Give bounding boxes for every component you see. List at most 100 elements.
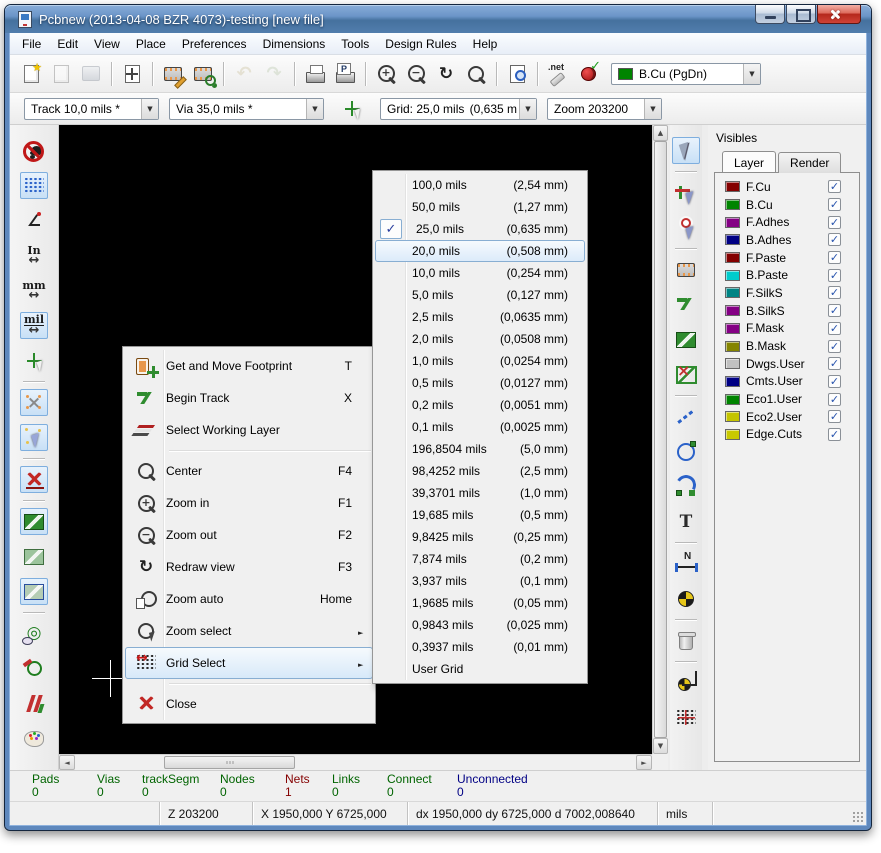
units-mil-icon[interactable] — [20, 312, 48, 339]
layer-color-swatch[interactable] — [725, 181, 740, 192]
layer-color-swatch[interactable] — [725, 217, 740, 228]
cursor-shape-icon[interactable] — [20, 347, 48, 374]
layer-visibility-checkbox[interactable] — [828, 216, 841, 229]
dropdown-arrow-icon[interactable] — [644, 99, 661, 119]
grid-option[interactable]: 1,0 mils (0,0254 mm) — [375, 350, 585, 372]
open-board-icon[interactable] — [47, 60, 75, 87]
dropdown-arrow-icon[interactable] — [141, 99, 158, 119]
zoom-fit-icon[interactable] — [462, 60, 490, 87]
layer-color-swatch[interactable] — [725, 287, 740, 298]
grid-visibility-icon[interactable] — [20, 172, 48, 199]
netlist-icon[interactable] — [544, 60, 572, 87]
resize-grip[interactable] — [852, 811, 864, 823]
layer-color-swatch[interactable] — [725, 252, 740, 263]
layer-visibility-checkbox[interactable] — [828, 357, 841, 370]
layer-row[interactable]: F.SilkS — [719, 284, 855, 302]
add-track-icon[interactable] — [672, 291, 700, 318]
module-ratsnest-icon[interactable] — [20, 424, 48, 451]
layer-row[interactable]: Cmts.User — [719, 373, 855, 391]
high-contrast-mode-icon[interactable] — [20, 690, 48, 717]
grid-option[interactable]: 19,685 mils (0,5 mm) — [375, 504, 585, 526]
tab-layer[interactable]: Layer — [722, 151, 776, 172]
menu-item-zoom-in[interactable]: Zoom in F1 — [125, 487, 373, 519]
minimize-button[interactable] — [755, 5, 785, 24]
menu-bar-item[interactable]: Dimensions — [255, 34, 334, 54]
add-circle-icon[interactable] — [672, 438, 700, 465]
polar-coords-icon[interactable] — [20, 207, 48, 234]
show-zones-unfilled-icon[interactable] — [20, 543, 48, 570]
menu-bar-item[interactable]: Tools — [333, 34, 377, 54]
layer-color-swatch[interactable] — [725, 323, 740, 334]
menu-item-begin-track[interactable]: Begin Track X — [125, 382, 373, 414]
grid-option[interactable]: 2,0 mils (0,0508 mm) — [375, 328, 585, 350]
grid-option[interactable]: 0,1 mils (0,0025 mm) — [375, 416, 585, 438]
layer-color-swatch[interactable] — [725, 429, 740, 440]
menu-bar-item[interactable]: Preferences — [174, 34, 255, 54]
grid-option[interactable]: 98,4252 mils (2,5 mm) — [375, 460, 585, 482]
drc-off-icon[interactable] — [20, 137, 48, 164]
layer-visibility-checkbox[interactable] — [828, 410, 841, 423]
show-ratsnest-icon[interactable] — [20, 389, 48, 416]
layer-color-swatch[interactable] — [725, 376, 740, 387]
menu-item-zoom-select[interactable]: Zoom select — [125, 615, 373, 647]
grid-option[interactable]: 196,8504 mils (5,0 mm) — [375, 438, 585, 460]
zoom-in-icon[interactable] — [372, 60, 400, 87]
drc-icon[interactable] — [574, 60, 602, 87]
menu-bar-item[interactable]: View — [86, 34, 128, 54]
layer-color-swatch[interactable] — [725, 411, 740, 422]
layer-row[interactable]: F.Cu — [719, 178, 855, 196]
zoom-combo[interactable]: Zoom 203200 — [547, 98, 662, 120]
units-inch-icon[interactable] — [20, 242, 48, 269]
grid-option[interactable]: 0,9843 mils (0,025 mm) — [375, 614, 585, 636]
add-text-icon[interactable] — [672, 508, 700, 535]
grid-option[interactable]: 0,2 mils (0,0051 mm) — [375, 394, 585, 416]
layer-visibility-checkbox[interactable] — [828, 198, 841, 211]
layer-row[interactable]: Eco2.User — [719, 408, 855, 426]
layer-visibility-checkbox[interactable] — [828, 304, 841, 317]
grid-option[interactable]: 0,5 mils (0,0127 mm) — [375, 372, 585, 394]
layer-row[interactable]: Dwgs.User — [719, 355, 855, 373]
layer-visibility-checkbox[interactable] — [828, 269, 841, 282]
layer-row[interactable]: B.Mask — [719, 337, 855, 355]
layer-row[interactable]: Eco1.User — [719, 390, 855, 408]
grid-origin-icon[interactable] — [672, 704, 700, 731]
drill-origin-icon[interactable] — [672, 669, 700, 696]
footprint-editor-icon[interactable] — [159, 60, 187, 87]
footprint-viewer-icon[interactable] — [189, 60, 217, 87]
layer-color-swatch[interactable] — [725, 234, 740, 245]
redraw-view-icon[interactable] — [432, 60, 460, 87]
layer-selector-combo[interactable]: B.Cu (PgDn) — [611, 63, 761, 85]
grid-option[interactable]: 39,3701 mils (1,0 mm) — [375, 482, 585, 504]
select-tool-icon[interactable] — [672, 137, 700, 164]
units-mm-icon[interactable] — [20, 277, 48, 304]
track-width-combo[interactable]: Track 10,0 mils * — [24, 98, 159, 120]
menu-item-select-working-layer[interactable]: Select Working Layer — [125, 414, 373, 446]
layer-color-swatch[interactable] — [725, 199, 740, 210]
layer-visibility-checkbox[interactable] — [828, 180, 841, 193]
layer-color-swatch[interactable] — [725, 305, 740, 316]
layer-color-swatch[interactable] — [725, 394, 740, 405]
layer-row[interactable]: Edge.Cuts — [719, 426, 855, 444]
add-dimension-icon[interactable] — [672, 550, 700, 577]
menu-bar-item[interactable]: Design Rules — [377, 34, 464, 54]
tab-render[interactable]: Render — [778, 152, 841, 173]
menu-item-redraw-view[interactable]: Redraw view F3 — [125, 551, 373, 583]
save-board-icon[interactable] — [77, 60, 105, 87]
layer-visibility-checkbox[interactable] — [828, 251, 841, 264]
track-sketch-mode-icon[interactable] — [20, 655, 48, 682]
undo-icon[interactable] — [230, 60, 258, 87]
layer-visibility-checkbox[interactable] — [828, 375, 841, 388]
add-keepout-icon[interactable] — [672, 361, 700, 388]
grid-size-combo[interactable]: Grid: 25,0 mils (0,635 m — [380, 98, 537, 120]
grid-option[interactable]: 10,0 mils (0,254 mm) — [375, 262, 585, 284]
show-zones-filled-icon[interactable] — [20, 508, 48, 535]
via-sketch-mode-icon[interactable] — [20, 620, 48, 647]
new-board-icon[interactable] — [17, 60, 45, 87]
add-zone-icon[interactable] — [672, 326, 700, 353]
plot-icon[interactable] — [331, 60, 359, 87]
menu-bar-item[interactable]: Place — [128, 34, 174, 54]
show-zones-outline-icon[interactable] — [20, 578, 48, 605]
layer-color-swatch[interactable] — [725, 358, 740, 369]
grid-option[interactable]: 3,937 mils (0,1 mm) — [375, 570, 585, 592]
horizontal-scroll-thumb[interactable] — [164, 756, 295, 769]
